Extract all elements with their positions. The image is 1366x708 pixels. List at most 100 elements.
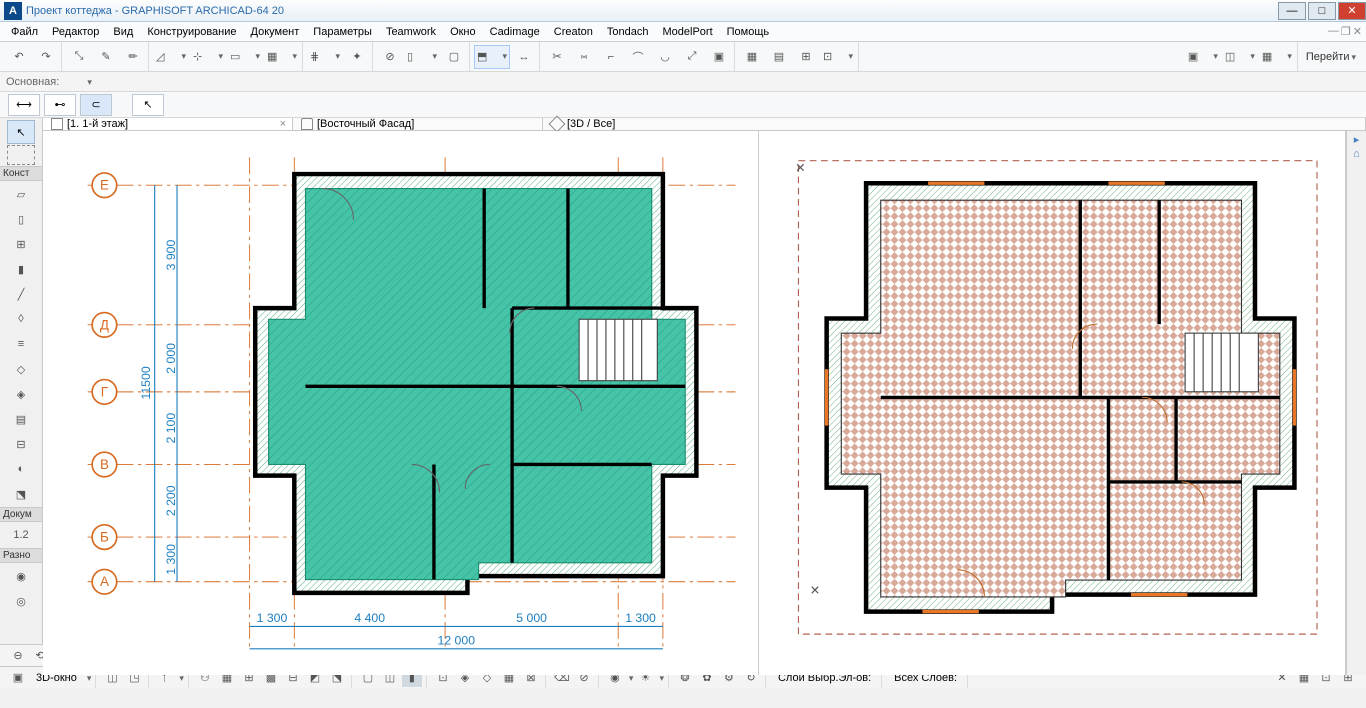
canvas-floorplan[interactable]: ЕДГВБА <box>43 131 759 675</box>
ortho-button[interactable]: ✦ <box>344 45 370 69</box>
morph-tool[interactable]: ◐ <box>7 457 35 481</box>
menu-creaton[interactable]: Creaton <box>547 24 600 40</box>
object-tool[interactable]: ⬔ <box>7 482 35 506</box>
window-tool[interactable]: ⊞ <box>7 232 35 256</box>
svg-text:2 200: 2 200 <box>164 485 178 516</box>
mdi-restore[interactable]: ❐ <box>1341 25 1351 38</box>
palette-button[interactable]: ◫ <box>1222 45 1258 69</box>
menu-editor[interactable]: Редактор <box>45 24 106 40</box>
menu-file[interactable]: Файл <box>4 24 45 40</box>
mdi-close[interactable]: ✕ <box>1353 25 1362 38</box>
tab-label: [1. 1-й этаж] <box>67 118 128 130</box>
marquee-tool[interactable] <box>7 145 35 165</box>
svg-text:Е: Е <box>100 178 109 193</box>
dimension-button[interactable]: ⬒ <box>474 45 510 69</box>
wall-tool[interactable]: ▱ <box>7 182 35 206</box>
split-button[interactable]: ⑅ <box>571 45 597 69</box>
goto-dropdown[interactable]: Перейти <box>1300 51 1362 63</box>
menu-construct[interactable]: Конструирование <box>140 24 243 40</box>
mode-dim-chain[interactable]: ⊷ <box>44 94 76 116</box>
minimize-button[interactable]: — <box>1278 2 1306 20</box>
menu-window[interactable]: Окно <box>443 24 483 40</box>
slab-tool[interactable]: ◊ <box>7 307 35 331</box>
toolbox-section-misc[interactable]: Разно <box>0 548 42 563</box>
menu-document[interactable]: Документ <box>244 24 307 40</box>
grid-toggle-button[interactable]: ▦ <box>264 45 300 69</box>
curtain-tool[interactable]: ⊟ <box>7 432 35 456</box>
svg-text:2 100: 2 100 <box>164 413 178 444</box>
menu-help[interactable]: Помощь <box>720 24 777 40</box>
trim-button[interactable]: ✂ <box>544 45 570 69</box>
tab-elevation[interactable]: [Восточный Фасад] <box>293 118 543 130</box>
svg-text:Г: Г <box>101 384 108 399</box>
intersect-button[interactable]: ⌒ <box>625 45 651 69</box>
ruler-button[interactable]: ↔ <box>511 45 537 69</box>
menu-tondach[interactable]: Tondach <box>600 24 656 40</box>
redo-button[interactable]: ↷ <box>33 45 59 69</box>
shell-tool[interactable]: ◈ <box>7 382 35 406</box>
mdi-controls: — ❐ ✕ <box>1328 25 1366 38</box>
elevation-icon <box>301 118 313 130</box>
arrow-tool[interactable]: ↖ <box>7 120 35 144</box>
eyedropper-button[interactable]: ✎ <box>93 45 119 69</box>
beam-tool[interactable]: ╱ <box>7 282 35 306</box>
column-tool[interactable]: ▮ <box>7 257 35 281</box>
title-bar: A Проект коттеджа - GRAPHISOFT ARCHICAD-… <box>0 0 1366 22</box>
menu-params[interactable]: Параметры <box>306 24 379 40</box>
tab-label: [Восточный Фасад] <box>317 118 414 130</box>
toolbox-section-construct[interactable]: Конст <box>0 166 42 181</box>
resize-button[interactable]: ⤢ <box>679 45 705 69</box>
trace-button[interactable]: ▢ <box>441 45 467 69</box>
main-area: ↖ Конст ▱ ▯ ⊞ ▮ ╱ ◊ ≡ ◇ ◈ ▤ ⊟ ◐ ⬔ Докум … <box>0 118 1366 644</box>
undo-button[interactable]: ↶ <box>6 45 32 69</box>
door-tool[interactable]: ▯ <box>7 207 35 231</box>
stair-tool[interactable]: ≡ <box>7 332 35 356</box>
mode-arrow[interactable]: ↖ <box>132 94 164 116</box>
adjust-button[interactable]: ⌐ <box>598 45 624 69</box>
skylight-tool[interactable]: ▤ <box>7 407 35 431</box>
tab-3d[interactable]: [3D / Все] <box>543 118 1366 130</box>
tab-close[interactable]: × <box>280 118 286 130</box>
group-button[interactable]: ▦ <box>739 45 765 69</box>
navigator-toggle-icon[interactable]: ▸ <box>1354 133 1360 146</box>
maximize-button[interactable]: □ <box>1308 2 1336 20</box>
tab-floor-1[interactable]: [1. 1-й этаж] × <box>43 118 293 130</box>
canvas-trace[interactable]: ✕ ✕ <box>759 131 1346 675</box>
pick-button[interactable]: ⤡ <box>66 45 92 69</box>
menu-teamwork[interactable]: Teamwork <box>379 24 443 40</box>
tab-label: [3D / Все] <box>567 118 615 130</box>
guides-button[interactable]: ⊹ <box>190 45 226 69</box>
gridsnap-button[interactable]: ⋕ <box>307 45 343 69</box>
menu-view[interactable]: Вид <box>106 24 140 40</box>
toolbox-section-document[interactable]: Докум <box>0 507 42 522</box>
menu-cadimage[interactable]: Cadimage <box>483 24 547 40</box>
zoom-out-icon[interactable]: ⊖ <box>8 647 28 665</box>
menu-modelport[interactable]: ModelPort <box>656 24 720 40</box>
lock-button[interactable]: ⊞ <box>793 45 819 69</box>
syringe-button[interactable]: ✏ <box>120 45 146 69</box>
mdi-minimize[interactable]: — <box>1328 25 1339 38</box>
misc-tool-2[interactable]: ◎ <box>7 589 35 613</box>
ungroup-button[interactable]: ▤ <box>766 45 792 69</box>
window-layout-button[interactable]: ▣ <box>1185 45 1221 69</box>
edit-group-button[interactable]: ⊡ <box>820 45 856 69</box>
layer-button[interactable]: ▯ <box>404 45 440 69</box>
svg-text:1 300: 1 300 <box>164 544 178 575</box>
suspend-button[interactable]: ⊘ <box>377 45 403 69</box>
measure-button[interactable]: ◿ <box>153 45 189 69</box>
view3d-icon[interactable]: ▣ <box>8 669 28 687</box>
home-icon[interactable]: ⌂ <box>1353 148 1360 160</box>
navigator-button[interactable]: ▦ <box>1259 45 1295 69</box>
window-title: Проект коттеджа - GRAPHISOFT ARCHICAD-64… <box>26 5 1276 17</box>
close-button[interactable]: ✕ <box>1338 2 1366 20</box>
layer-selector[interactable] <box>65 76 92 88</box>
roof-tool[interactable]: ◇ <box>7 357 35 381</box>
dimension-tool[interactable]: 1.2 <box>7 523 35 547</box>
mode-dim-arc[interactable]: ⊂ <box>80 94 112 116</box>
fillet-button[interactable]: ◡ <box>652 45 678 69</box>
offset-button[interactable]: ▣ <box>706 45 732 69</box>
snap-button[interactable]: ▭ <box>227 45 263 69</box>
svg-text:4 400: 4 400 <box>354 611 385 625</box>
misc-tool-1[interactable]: ◉ <box>7 564 35 588</box>
mode-dim-linear[interactable]: ⟷ <box>8 94 40 116</box>
